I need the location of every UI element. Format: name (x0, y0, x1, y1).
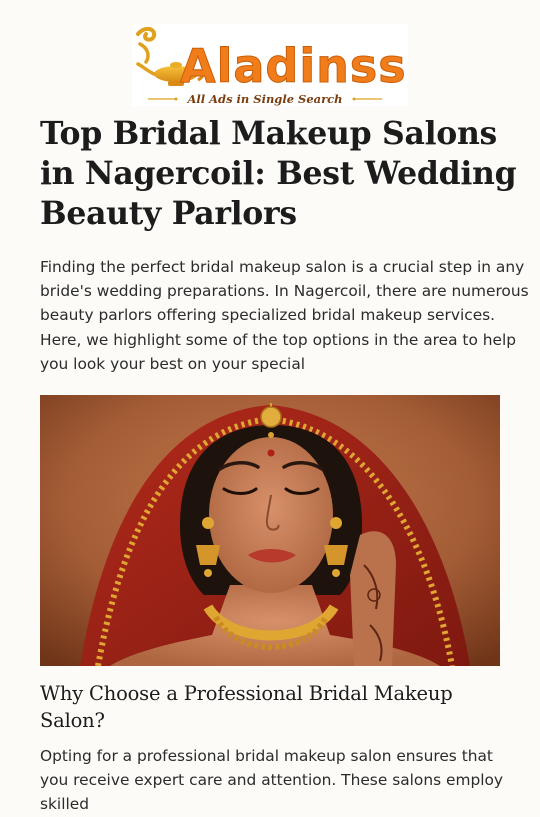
logo-wordmark: Aladinss (180, 39, 407, 93)
brand-logo: Aladinss All Ads in Single Search (132, 24, 408, 106)
bride-illustration (40, 395, 500, 666)
logo-tagline: All Ads in Single Search (186, 92, 342, 106)
section-heading: Why Choose a Professional Bridal Makeup … (40, 682, 453, 732)
article-title: Top Bridal Makeup Salons in Nagercoil: B… (40, 115, 517, 232)
site-header: Aladinss All Ads in Single Search (132, 24, 408, 106)
logo-link[interactable]: Aladinss All Ads in Single Search (132, 24, 408, 106)
hero-image (40, 395, 500, 666)
section-text: Opting for a professional bridal makeup … (40, 747, 504, 814)
article-top: Top Bridal Makeup Salons in Nagercoil: B… (40, 114, 530, 376)
article-intro: Finding the perfect bridal makeup salon … (40, 258, 529, 373)
